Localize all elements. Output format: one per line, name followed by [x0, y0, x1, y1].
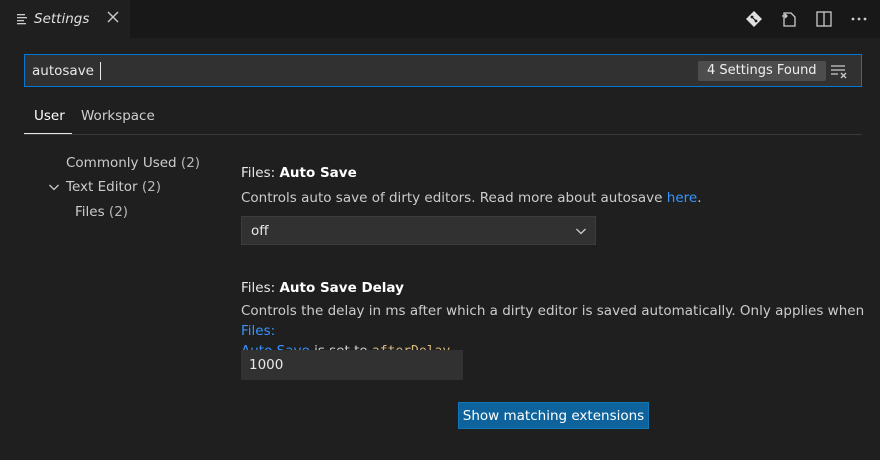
clear-filter-icon[interactable] — [830, 63, 848, 79]
toc-count: (2) — [180, 155, 201, 171]
auto-save-delay-input[interactable]: 1000 — [241, 350, 463, 380]
tab-user[interactable]: User — [34, 108, 65, 124]
files-auto-save-link[interactable]: Files: — [241, 323, 275, 339]
toc-item-commonly-used[interactable]: Commonly Used (2) — [66, 155, 200, 171]
setting-name: Auto Save — [279, 165, 357, 181]
toc-item-files[interactable]: Files (2) — [75, 204, 128, 220]
toc-label: Text Editor — [66, 179, 138, 195]
active-tab-indicator — [24, 133, 72, 134]
autosave-docs-link[interactable]: here — [667, 190, 697, 206]
description-text: Controls auto save of dirty editors. Rea… — [241, 190, 667, 206]
toc-item-text-editor[interactable]: Text Editor (2) — [66, 179, 161, 195]
more-actions-icon[interactable] — [850, 10, 868, 28]
editor-tab-bar: Settings — [0, 0, 880, 38]
split-editor-icon[interactable] — [815, 10, 833, 28]
open-json-icon[interactable] — [780, 10, 798, 28]
setting-category: Files: — [241, 280, 280, 296]
toc-count: (2) — [141, 179, 161, 195]
input-value: 1000 — [249, 357, 284, 373]
search-query: autosave — [32, 63, 94, 79]
show-matching-extensions-button[interactable]: Show matching extensions — [458, 402, 649, 429]
settings-list-icon — [17, 14, 27, 25]
chevron-down-icon — [576, 228, 586, 235]
setting-name: Auto Save Delay — [279, 280, 404, 296]
setting-title-auto-save: Files: Auto Save — [241, 165, 357, 181]
tab-workspace[interactable]: Workspace — [81, 108, 155, 124]
description-text: Controls the delay in ms after which a d… — [241, 303, 865, 319]
description-text: . — [697, 190, 702, 206]
close-icon[interactable] — [106, 10, 120, 24]
chevron-down-icon[interactable] — [48, 181, 60, 193]
settings-search-input[interactable]: autosave 4 Settings Found — [24, 54, 862, 87]
results-count-badge: 4 Settings Found — [698, 61, 826, 81]
text-caret — [100, 62, 101, 80]
setting-description-auto-save: Controls auto save of dirty editors. Rea… — [241, 188, 702, 208]
settings-scope-tabs: User Workspace — [24, 102, 862, 135]
toc-count: (2) — [108, 204, 129, 220]
tab-title: Settings — [34, 11, 90, 27]
auto-save-select[interactable]: off — [241, 216, 596, 245]
setting-category: Files: — [241, 165, 280, 181]
open-changes-icon[interactable] — [745, 10, 763, 28]
select-value: off — [251, 223, 269, 239]
settings-tab[interactable]: Settings — [0, 0, 130, 38]
toc-label: Commonly Used — [66, 155, 177, 171]
setting-title-auto-save-delay: Files: Auto Save Delay — [241, 280, 404, 296]
toc-label: Files — [75, 204, 105, 220]
